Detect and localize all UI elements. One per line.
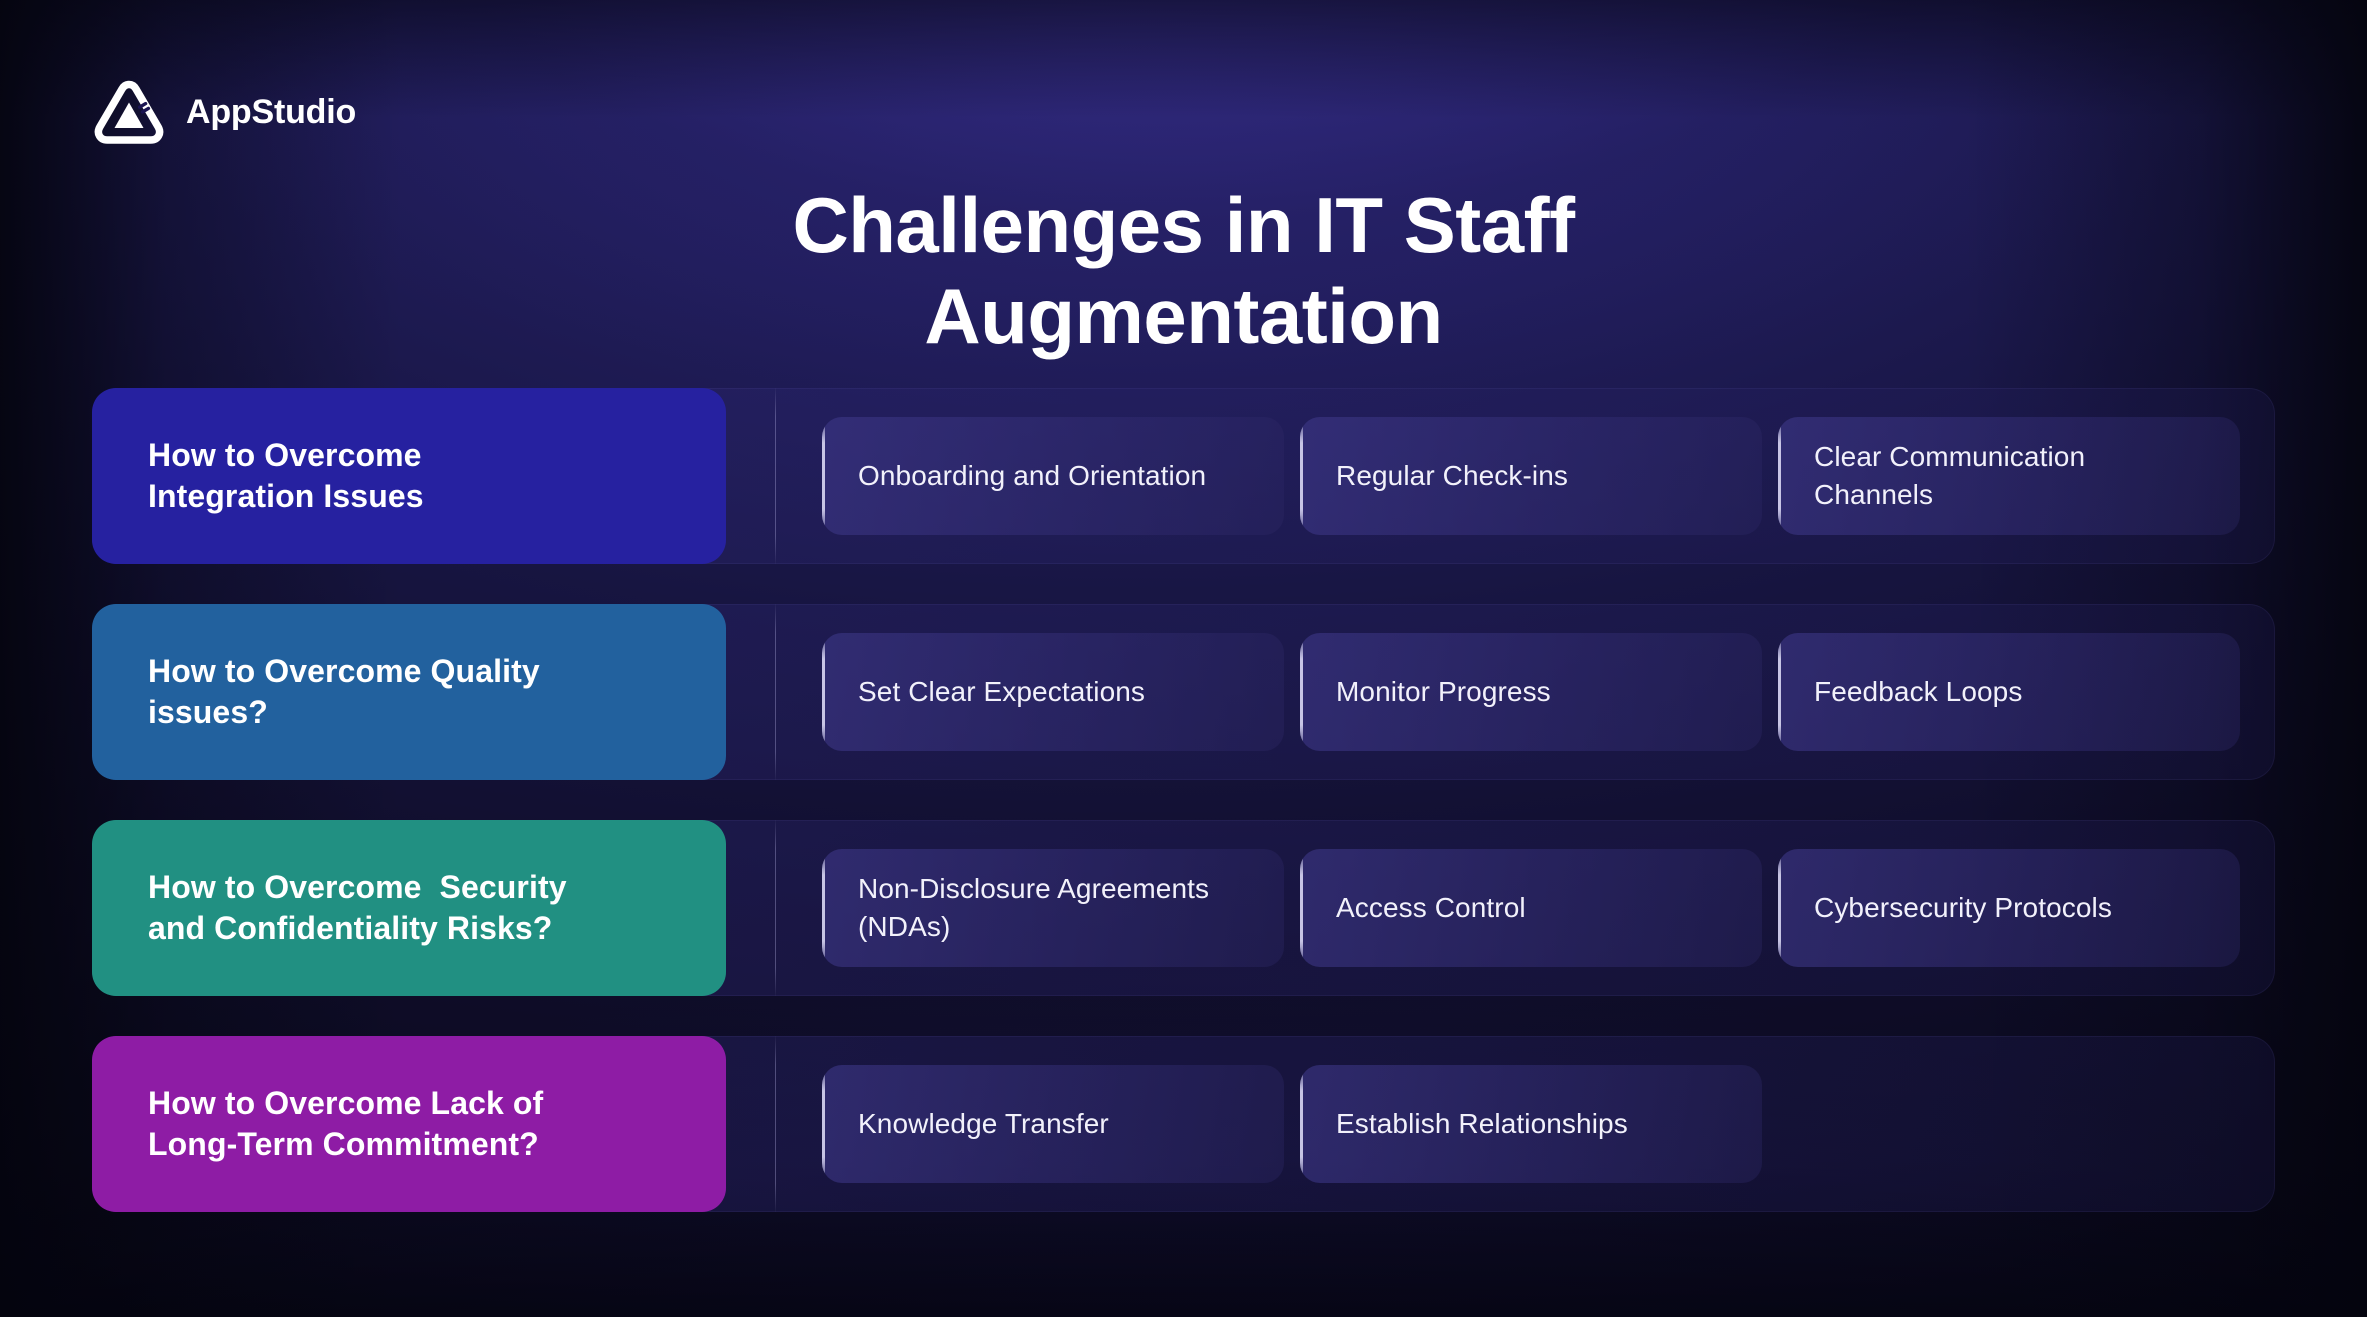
list-item[interactable]: Set Clear Expectations [822,633,1284,751]
list-item[interactable]: Onboarding and Orientation [822,417,1284,535]
list-item-label: Regular Check-ins [1336,460,1569,492]
list-item[interactable]: Establish Relationships [1300,1065,1762,1183]
table-row: How to Overcome Lack of Long-Term Commit… [92,1036,2275,1212]
list-item[interactable]: Regular Check-ins [1300,417,1762,535]
row-items-2: Set Clear Expectations Monitor Progress … [776,604,2275,780]
row-label-text: How to Overcome Lack of Long-Term Commit… [148,1085,544,1162]
list-item-label: Monitor Progress [1336,676,1551,708]
row-items-4: Knowledge Transfer Establish Relationshi… [776,1036,2275,1212]
brand-name: AppStudio [186,93,357,131]
list-item-label: Set Clear Expectations [858,676,1146,708]
row-label-text: How to Overcome Quality issues? [148,653,540,730]
list-item[interactable]: Clear Communication Channels [1778,417,2240,535]
list-item[interactable]: Feedback Loops [1778,633,2240,751]
list-item-label: Clear Communication Channels [1814,441,2086,510]
list-item-label: Feedback Loops [1814,676,2023,708]
row-label-pill-1[interactable]: How to Overcome Integration Issues [92,388,726,564]
row-label-text: How to Overcome Integration Issues [148,437,424,514]
list-item-label: Onboarding and Orientation [858,460,1207,492]
row-label-pill-2[interactable]: How to Overcome Quality issues? [92,604,726,780]
row-items-3: Non-Disclosure Agreements (NDAs) Access … [776,820,2275,996]
table-row: How to Overcome Security and Confidentia… [92,820,2275,996]
list-item[interactable]: Knowledge Transfer [822,1065,1284,1183]
row-label-pill-4[interactable]: How to Overcome Lack of Long-Term Commit… [92,1036,726,1212]
list-item[interactable]: Non-Disclosure Agreements (NDAs) [822,849,1284,967]
list-item-label: Cybersecurity Protocols [1814,892,2112,924]
list-item[interactable]: Access Control [1300,849,1762,967]
brand-logo: AppStudio [92,78,356,146]
row-label-pill-3[interactable]: How to Overcome Security and Confidentia… [92,820,726,996]
challenges-list: How to Overcome Integration Issues Onboa… [92,388,2275,1212]
list-item[interactable]: Cybersecurity Protocols [1778,849,2240,967]
list-item-label: Access Control [1336,892,1526,924]
table-row: How to Overcome Quality issues? Set Clea… [92,604,2275,780]
slide-canvas: AppStudio Challenges in IT Staff Augment… [0,0,2367,1317]
list-item-label: Knowledge Transfer [858,1108,1109,1140]
list-item-label: Non-Disclosure Agreements (NDAs) [858,873,1210,942]
list-item-label: Establish Relationships [1336,1108,1628,1140]
table-row: How to Overcome Integration Issues Onboa… [92,388,2275,564]
page-title: Challenges in IT Staff Augmentation [792,181,1575,360]
appstudio-triangle-logo-icon [92,78,166,146]
list-item[interactable]: Monitor Progress [1300,633,1762,751]
row-items-1: Onboarding and Orientation Regular Check… [776,388,2275,564]
row-label-text: How to Overcome Security and Confidentia… [148,869,567,946]
